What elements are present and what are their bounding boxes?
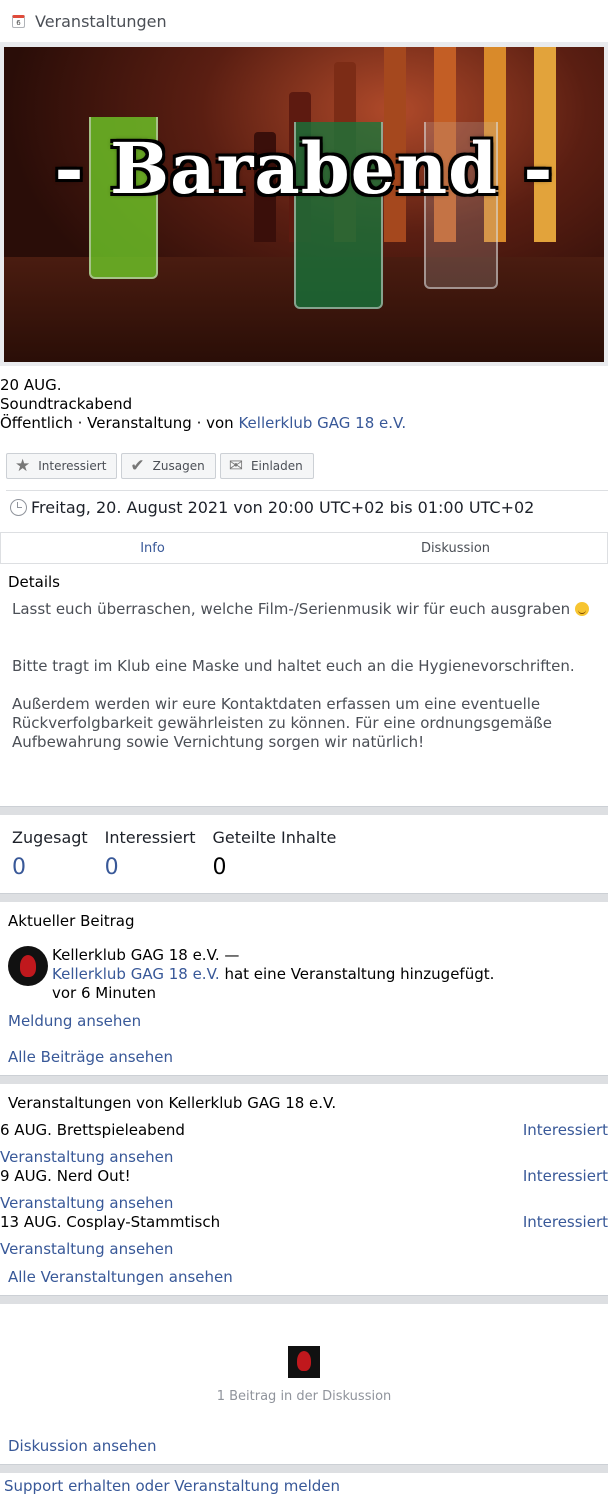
- clock-icon: [10, 499, 27, 516]
- stat-interested-count[interactable]: 0: [105, 855, 196, 880]
- list-item-date: 6 AUG.: [0, 1121, 52, 1139]
- star-icon: ★: [15, 456, 31, 476]
- tab-discussion[interactable]: Diskussion: [304, 533, 607, 563]
- stat-shared-label: Geteilte Inhalte: [212, 828, 337, 847]
- post-content: Kellerklub GAG 18 e.V. — Kellerklub GAG …: [52, 946, 494, 1003]
- stat-going-label: Zugesagt: [12, 828, 88, 847]
- event-date: 20 AUG.: [0, 376, 62, 394]
- envelope-icon: ✉: [228, 456, 243, 476]
- event-meta: Öffentlich · Veranstaltung · von Kellerk…: [0, 414, 406, 433]
- details-paragraph: Lasst euch überraschen, welche Film-/Ser…: [12, 600, 571, 618]
- list-item-name[interactable]: Nerd Out!: [57, 1167, 131, 1185]
- post-author-link[interactable]: Kellerklub GAG 18 e.V.: [52, 965, 220, 983]
- view-report-link[interactable]: Meldung ansehen: [8, 1012, 141, 1030]
- interested-link[interactable]: Interessiert: [523, 1121, 608, 1140]
- event-stats: Zugesagt 0 Interessiert 0 Geteilte Inhal…: [12, 828, 353, 880]
- invite-label: Einladen: [250, 459, 303, 473]
- organizer-link[interactable]: Kellerklub GAG 18 e.V.: [238, 414, 406, 432]
- event-meta-prefix: Öffentlich · Veranstaltung · von: [0, 414, 239, 432]
- post-timestamp: vor 6 Minuten: [52, 984, 157, 1002]
- view-event-link[interactable]: Veranstaltung ansehen: [0, 1194, 608, 1213]
- page-title: Veranstaltungen: [35, 11, 167, 31]
- more-events-heading: Veranstaltungen von Kellerklub GAG 18 e.…: [8, 1094, 337, 1112]
- section-separator: [0, 1464, 608, 1473]
- interested-link[interactable]: Interessiert: [523, 1167, 608, 1186]
- stat-interested[interactable]: Interessiert 0: [105, 828, 196, 880]
- list-item-date: 9 AUG.: [0, 1167, 52, 1185]
- going-label: Zusagen: [152, 459, 205, 473]
- event-actions: ★ Interessiert ✔ Zusagen ✉ Einladen: [6, 453, 314, 479]
- view-event-link[interactable]: Veranstaltung ansehen: [0, 1240, 608, 1259]
- list-item-name[interactable]: Brettspieleabend: [57, 1121, 185, 1139]
- recent-post-heading: Aktueller Beitrag: [8, 912, 135, 930]
- view-all-posts-link[interactable]: Alle Beiträge ansehen: [8, 1048, 173, 1066]
- event-time-text: Freitag, 20. August 2021 von 20:00 UTC+0…: [31, 498, 535, 517]
- tab-bar: Info Diskussion: [0, 532, 608, 564]
- list-item: 13 AUG. Cosplay-Stammtisch Interessiert …: [0, 1213, 608, 1259]
- post-action-text: hat eine Veranstaltung hinzugefügt.: [219, 965, 495, 983]
- section-separator: [0, 1295, 608, 1304]
- avatar[interactable]: [8, 946, 48, 986]
- list-item: 9 AUG. Nerd Out! Interessiert Veranstalt…: [0, 1167, 608, 1213]
- post-author: Kellerklub GAG 18 e.V. —: [52, 946, 240, 964]
- list-item-name[interactable]: Cosplay-Stammtisch: [66, 1213, 220, 1231]
- section-separator: [0, 893, 608, 902]
- discussion-avatar[interactable]: [288, 1346, 320, 1378]
- invite-button[interactable]: ✉ Einladen: [219, 453, 314, 479]
- event-info: 20 AUG. Soundtrackabend Öffentlich · Ver…: [0, 376, 406, 433]
- cover-image: - Barabend -: [4, 47, 604, 362]
- stat-shared: Geteilte Inhalte 0: [213, 828, 337, 880]
- details-body: Lasst euch überraschen, welche Film-/Ser…: [12, 600, 597, 752]
- wink-emoji-icon: [574, 602, 589, 616]
- stat-shared-count: 0: [212, 855, 227, 880]
- stat-interested-label: Interessiert: [104, 828, 196, 847]
- check-icon: ✔: [130, 456, 145, 476]
- event-time: Freitag, 20. August 2021 von 20:00 UTC+0…: [10, 498, 534, 517]
- details-paragraph: Bitte tragt im Klub eine Maske und halte…: [12, 657, 575, 675]
- view-event-link[interactable]: Veranstaltung ansehen: [0, 1148, 608, 1167]
- cover-banner-text: - Barabend -: [54, 127, 554, 210]
- support-link[interactable]: Support erhalten oder Veranstaltung meld…: [4, 1477, 340, 1495]
- view-all-events-link[interactable]: Alle Veranstaltungen ansehen: [8, 1268, 233, 1286]
- section-separator: [0, 1075, 608, 1084]
- stat-going-count[interactable]: 0: [12, 855, 88, 880]
- list-item: 6 AUG. Brettspieleabend Interessiert Ver…: [0, 1121, 608, 1167]
- list-item-date: 13 AUG.: [0, 1213, 62, 1231]
- divider: [6, 490, 608, 491]
- view-discussion-link[interactable]: Diskussion ansehen: [8, 1437, 157, 1455]
- interested-link[interactable]: Interessiert: [523, 1213, 608, 1232]
- recent-post: Kellerklub GAG 18 e.V. — Kellerklub GAG …: [8, 946, 494, 1003]
- tab-info[interactable]: Info: [1, 533, 304, 563]
- page-header: 6 Veranstaltungen: [0, 0, 608, 42]
- details-heading: Details: [8, 573, 61, 591]
- section-separator: [0, 806, 608, 815]
- calendar-icon: 6: [12, 14, 25, 28]
- event-cover[interactable]: - Barabend -: [0, 42, 608, 366]
- stat-going[interactable]: Zugesagt 0: [12, 828, 88, 880]
- interested-label: Interessiert: [38, 459, 107, 473]
- interested-button[interactable]: ★ Interessiert: [6, 453, 118, 479]
- event-title: Soundtrackabend: [0, 395, 133, 413]
- discussion-count: 1 Beitrag in der Diskussion: [216, 1389, 392, 1404]
- going-button[interactable]: ✔ Zusagen: [121, 453, 216, 479]
- details-paragraph: Außerdem werden wir eure Kontaktdaten er…: [12, 695, 552, 751]
